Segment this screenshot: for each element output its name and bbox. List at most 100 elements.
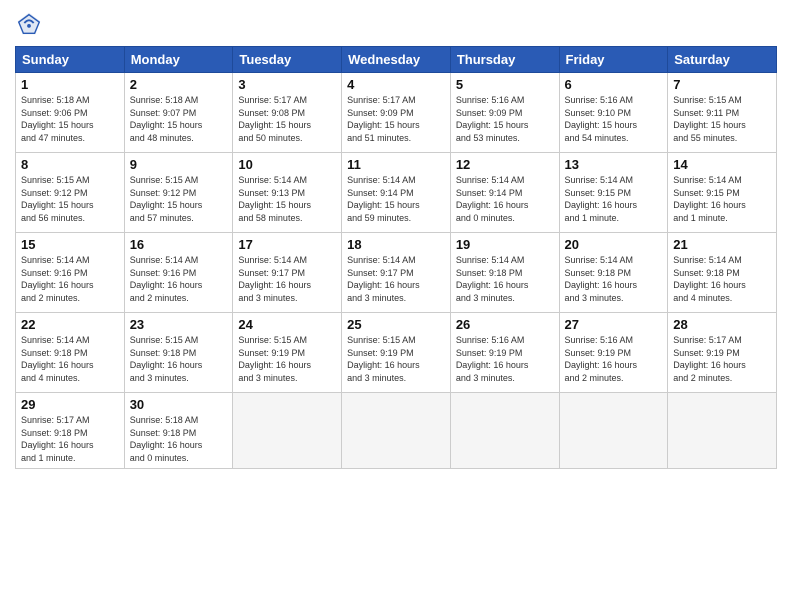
- header: [15, 10, 777, 38]
- day-info: Sunrise: 5:16 AM Sunset: 9:10 PM Dayligh…: [565, 94, 663, 144]
- calendar-cell: 16 Sunrise: 5:14 AM Sunset: 9:16 PM Dayli…: [124, 233, 233, 313]
- calendar-cell: [342, 393, 451, 469]
- day-info: Sunrise: 5:18 AM Sunset: 9:07 PM Dayligh…: [130, 94, 228, 144]
- day-number: 3: [238, 77, 336, 92]
- day-number: 12: [456, 157, 554, 172]
- day-info: Sunrise: 5:15 AM Sunset: 9:19 PM Dayligh…: [347, 334, 445, 384]
- day-number: 10: [238, 157, 336, 172]
- calendar-cell: 24 Sunrise: 5:15 AM Sunset: 9:19 PM Dayli…: [233, 313, 342, 393]
- day-number: 19: [456, 237, 554, 252]
- calendar-cell: 10 Sunrise: 5:14 AM Sunset: 9:13 PM Dayli…: [233, 153, 342, 233]
- day-info: Sunrise: 5:14 AM Sunset: 9:14 PM Dayligh…: [456, 174, 554, 224]
- day-info: Sunrise: 5:14 AM Sunset: 9:16 PM Dayligh…: [21, 254, 119, 304]
- calendar-week-row: 29 Sunrise: 5:17 AM Sunset: 9:18 PM Dayli…: [16, 393, 777, 469]
- calendar-cell: 14 Sunrise: 5:14 AM Sunset: 9:15 PM Dayli…: [668, 153, 777, 233]
- day-info: Sunrise: 5:14 AM Sunset: 9:13 PM Dayligh…: [238, 174, 336, 224]
- day-info: Sunrise: 5:14 AM Sunset: 9:16 PM Dayligh…: [130, 254, 228, 304]
- day-info: Sunrise: 5:17 AM Sunset: 9:08 PM Dayligh…: [238, 94, 336, 144]
- calendar-cell: [559, 393, 668, 469]
- calendar-header-tuesday: Tuesday: [233, 47, 342, 73]
- day-info: Sunrise: 5:15 AM Sunset: 9:11 PM Dayligh…: [673, 94, 771, 144]
- day-number: 21: [673, 237, 771, 252]
- calendar-cell: 18 Sunrise: 5:14 AM Sunset: 9:17 PM Dayli…: [342, 233, 451, 313]
- calendar-header-monday: Monday: [124, 47, 233, 73]
- day-info: Sunrise: 5:14 AM Sunset: 9:15 PM Dayligh…: [673, 174, 771, 224]
- calendar-cell: 28 Sunrise: 5:17 AM Sunset: 9:19 PM Dayli…: [668, 313, 777, 393]
- calendar-header-row: SundayMondayTuesdayWednesdayThursdayFrid…: [16, 47, 777, 73]
- day-number: 24: [238, 317, 336, 332]
- calendar-cell: 25 Sunrise: 5:15 AM Sunset: 9:19 PM Dayli…: [342, 313, 451, 393]
- day-info: Sunrise: 5:14 AM Sunset: 9:18 PM Dayligh…: [673, 254, 771, 304]
- logo-icon: [15, 10, 43, 38]
- day-number: 22: [21, 317, 119, 332]
- day-info: Sunrise: 5:14 AM Sunset: 9:18 PM Dayligh…: [565, 254, 663, 304]
- day-number: 27: [565, 317, 663, 332]
- day-info: Sunrise: 5:18 AM Sunset: 9:06 PM Dayligh…: [21, 94, 119, 144]
- page: SundayMondayTuesdayWednesdayThursdayFrid…: [0, 0, 792, 612]
- day-info: Sunrise: 5:14 AM Sunset: 9:18 PM Dayligh…: [21, 334, 119, 384]
- calendar-header-thursday: Thursday: [450, 47, 559, 73]
- day-number: 14: [673, 157, 771, 172]
- calendar-cell: 19 Sunrise: 5:14 AM Sunset: 9:18 PM Dayli…: [450, 233, 559, 313]
- day-info: Sunrise: 5:18 AM Sunset: 9:18 PM Dayligh…: [130, 414, 228, 464]
- calendar-cell: 15 Sunrise: 5:14 AM Sunset: 9:16 PM Dayli…: [16, 233, 125, 313]
- calendar-cell: 21 Sunrise: 5:14 AM Sunset: 9:18 PM Dayli…: [668, 233, 777, 313]
- calendar-cell: [668, 393, 777, 469]
- day-number: 15: [21, 237, 119, 252]
- day-number: 5: [456, 77, 554, 92]
- day-info: Sunrise: 5:14 AM Sunset: 9:18 PM Dayligh…: [456, 254, 554, 304]
- day-info: Sunrise: 5:17 AM Sunset: 9:19 PM Dayligh…: [673, 334, 771, 384]
- day-info: Sunrise: 5:14 AM Sunset: 9:14 PM Dayligh…: [347, 174, 445, 224]
- day-info: Sunrise: 5:16 AM Sunset: 9:19 PM Dayligh…: [565, 334, 663, 384]
- calendar-cell: 17Sunrise: 5:14 AM Sunset: 9:17 PM Dayli…: [233, 233, 342, 313]
- day-number: 1: [21, 77, 119, 92]
- day-number: 13: [565, 157, 663, 172]
- calendar-header-saturday: Saturday: [668, 47, 777, 73]
- day-info: Sunrise: 5:16 AM Sunset: 9:09 PM Dayligh…: [456, 94, 554, 144]
- calendar-cell: 11 Sunrise: 5:14 AM Sunset: 9:14 PM Dayli…: [342, 153, 451, 233]
- calendar-cell: 30 Sunrise: 5:18 AM Sunset: 9:18 PM Dayli…: [124, 393, 233, 469]
- day-number: 11: [347, 157, 445, 172]
- logo: [15, 10, 45, 38]
- day-number: 7: [673, 77, 771, 92]
- day-number: 29: [21, 397, 119, 412]
- calendar-week-row: 15 Sunrise: 5:14 AM Sunset: 9:16 PM Dayli…: [16, 233, 777, 313]
- day-number: 8: [21, 157, 119, 172]
- day-info: Sunrise: 5:14 AM Sunset: 9:17 PM Dayligh…: [238, 254, 336, 304]
- day-info: Sunrise: 5:14 AM Sunset: 9:17 PM Dayligh…: [347, 254, 445, 304]
- calendar-cell: 23 Sunrise: 5:15 AM Sunset: 9:18 PM Dayli…: [124, 313, 233, 393]
- calendar-cell: 26Sunrise: 5:16 AM Sunset: 9:19 PM Dayli…: [450, 313, 559, 393]
- calendar-cell: 1 Sunrise: 5:18 AM Sunset: 9:06 PM Daylig…: [16, 73, 125, 153]
- calendar-cell: 29 Sunrise: 5:17 AM Sunset: 9:18 PM Dayli…: [16, 393, 125, 469]
- calendar-cell: 6 Sunrise: 5:16 AM Sunset: 9:10 PM Daylig…: [559, 73, 668, 153]
- calendar-header-wednesday: Wednesday: [342, 47, 451, 73]
- day-number: 25: [347, 317, 445, 332]
- day-info: Sunrise: 5:15 AM Sunset: 9:18 PM Dayligh…: [130, 334, 228, 384]
- calendar-cell: 2Sunrise: 5:18 AM Sunset: 9:07 PM Daylig…: [124, 73, 233, 153]
- day-number: 6: [565, 77, 663, 92]
- calendar-cell: 27 Sunrise: 5:16 AM Sunset: 9:19 PM Dayli…: [559, 313, 668, 393]
- day-number: 26: [456, 317, 554, 332]
- calendar-cell: 7 Sunrise: 5:15 AM Sunset: 9:11 PM Daylig…: [668, 73, 777, 153]
- day-number: 16: [130, 237, 228, 252]
- calendar-cell: 4Sunrise: 5:17 AM Sunset: 9:09 PM Daylig…: [342, 73, 451, 153]
- day-info: Sunrise: 5:15 AM Sunset: 9:19 PM Dayligh…: [238, 334, 336, 384]
- day-number: 9: [130, 157, 228, 172]
- day-number: 30: [130, 397, 228, 412]
- day-number: 23: [130, 317, 228, 332]
- calendar-cell: 13Sunrise: 5:14 AM Sunset: 9:15 PM Dayli…: [559, 153, 668, 233]
- calendar-cell: 8 Sunrise: 5:15 AM Sunset: 9:12 PM Daylig…: [16, 153, 125, 233]
- calendar-header-sunday: Sunday: [16, 47, 125, 73]
- day-info: Sunrise: 5:17 AM Sunset: 9:09 PM Dayligh…: [347, 94, 445, 144]
- day-info: Sunrise: 5:15 AM Sunset: 9:12 PM Dayligh…: [130, 174, 228, 224]
- calendar-cell: 3 Sunrise: 5:17 AM Sunset: 9:08 PM Daylig…: [233, 73, 342, 153]
- day-info: Sunrise: 5:15 AM Sunset: 9:12 PM Dayligh…: [21, 174, 119, 224]
- calendar-cell: 20Sunrise: 5:14 AM Sunset: 9:18 PM Dayli…: [559, 233, 668, 313]
- day-number: 28: [673, 317, 771, 332]
- calendar-cell: 9 Sunrise: 5:15 AM Sunset: 9:12 PM Daylig…: [124, 153, 233, 233]
- calendar-cell: 22 Sunrise: 5:14 AM Sunset: 9:18 PM Dayli…: [16, 313, 125, 393]
- calendar-week-row: 1 Sunrise: 5:18 AM Sunset: 9:06 PM Daylig…: [16, 73, 777, 153]
- day-number: 18: [347, 237, 445, 252]
- calendar-cell: 5 Sunrise: 5:16 AM Sunset: 9:09 PM Daylig…: [450, 73, 559, 153]
- day-info: Sunrise: 5:17 AM Sunset: 9:18 PM Dayligh…: [21, 414, 119, 464]
